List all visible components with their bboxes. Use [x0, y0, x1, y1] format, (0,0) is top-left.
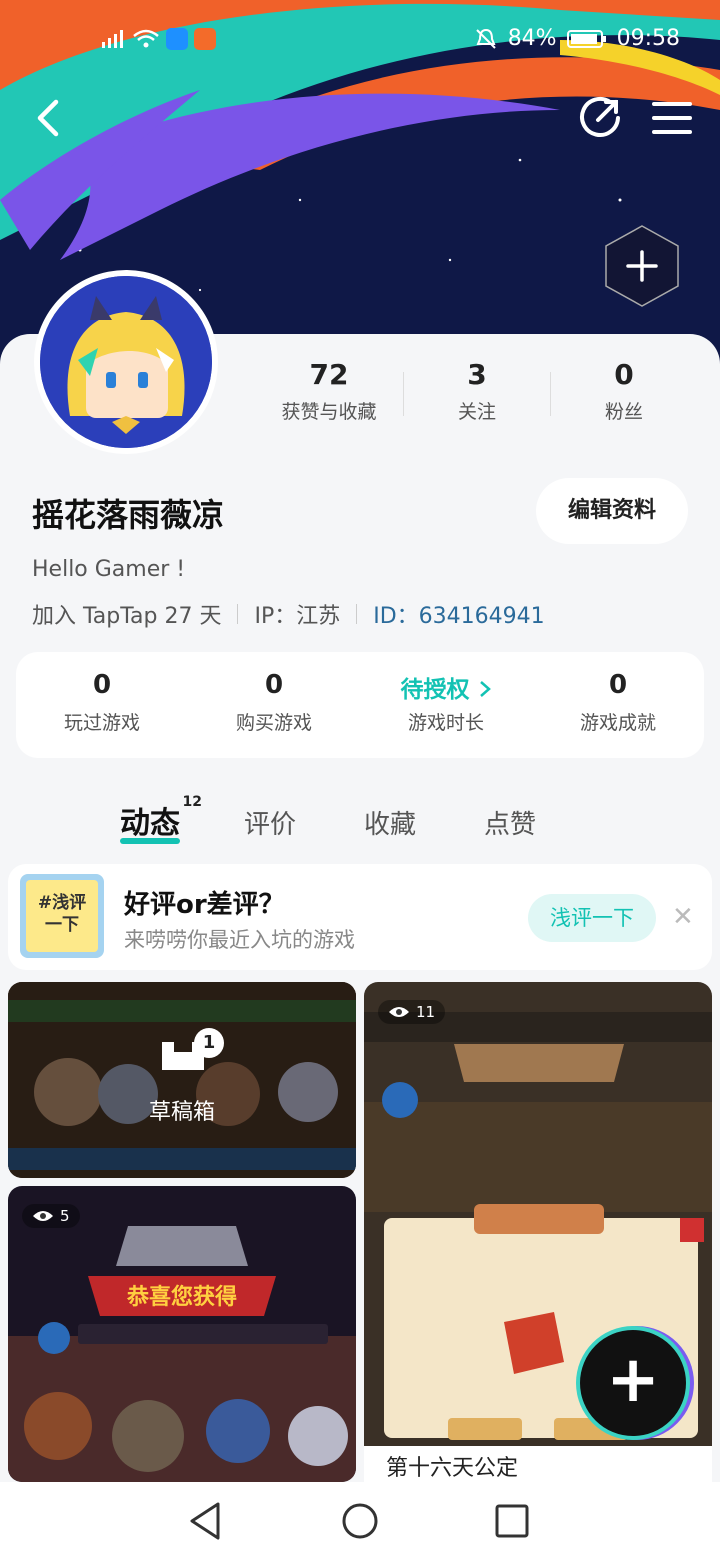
battery-icon — [566, 29, 606, 48]
meta-divider — [237, 604, 239, 624]
menu-icon — [652, 102, 692, 134]
post-thumbnail: 恭喜您获得 — [8, 1186, 356, 1482]
edit-profile-button[interactable]: 编辑资料 — [536, 478, 688, 544]
prompt-subtitle: 来唠唠你最近入坑的游戏 — [124, 928, 355, 952]
tab-label: 动态 — [120, 806, 180, 841]
active-tab-indicator — [120, 838, 180, 844]
plus-icon: + — [606, 1343, 660, 1417]
add-banner-button[interactable] — [604, 224, 680, 308]
battery-percent: 84% — [507, 26, 557, 51]
profile-meta: 加入 TapTap 27 天 IP：江苏 ID：634164941 — [32, 598, 545, 630]
nav-back-icon[interactable] — [184, 1498, 230, 1544]
system-nav-bar — [0, 1482, 720, 1560]
status-bar: 84% 09:58 — [0, 24, 720, 60]
stat-label: 玩过游戏 — [63, 712, 140, 734]
quick-review-button[interactable]: 浅评一下 — [528, 894, 656, 942]
stat-value: 0 — [264, 670, 284, 700]
eye-icon — [389, 1007, 409, 1017]
authorize-label: 待授权 — [400, 677, 470, 703]
nav-home-icon[interactable] — [337, 1498, 383, 1544]
chevron-right-icon — [479, 681, 491, 697]
meta-divider — [356, 604, 358, 624]
stat-value: 3 — [467, 358, 487, 391]
stat-value: 0 — [614, 358, 634, 391]
svg-text:恭喜您获得: 恭喜您获得 — [126, 1284, 237, 1310]
review-prompt-card[interactable]: #浅评 一下 好评or差评？ 来唠唠你最近入坑的游戏 浅评一下 ✕ — [8, 864, 712, 970]
stat-label: 关注 — [457, 401, 496, 423]
icon-text: #浅评 — [37, 893, 87, 913]
post-card[interactable]: 恭喜您获得 5 — [8, 1186, 356, 1482]
icon-text: 一下 — [45, 915, 79, 935]
game-stats-panel: 0 玩过游戏 0 购买游戏 待授权 游戏时长 0 游戏成就 — [16, 652, 704, 758]
view-count: 5 — [22, 1204, 80, 1228]
draft-box-card[interactable]: 1 草稿箱 — [8, 982, 356, 1178]
share-button[interactable] — [572, 90, 628, 146]
search-app-icon — [166, 28, 188, 50]
avatar-image — [40, 276, 212, 448]
chevron-left-icon — [37, 99, 59, 137]
stat-followers[interactable]: 0 粉丝 — [549, 358, 699, 424]
view-count: 11 — [378, 1000, 446, 1024]
stat-value: 72 — [309, 358, 349, 391]
plus-icon — [605, 225, 679, 307]
share-icon — [580, 96, 620, 137]
stat-label: 游戏成就 — [579, 712, 656, 734]
prompt-title: 好评or差评？ — [124, 890, 285, 920]
user-id[interactable]: ID：634164941 — [373, 598, 544, 630]
stat-likes[interactable]: 72 获赞与收藏 — [254, 358, 404, 424]
bio: Hello Gamer ! — [32, 557, 186, 582]
tab-count-badge: 12 — [182, 794, 202, 810]
draft-thumbnail — [8, 982, 356, 1178]
wifi-icon — [133, 29, 159, 48]
ip-location: IP：江苏 — [254, 604, 341, 629]
create-post-button[interactable]: + — [580, 1330, 686, 1436]
view-count-value: 5 — [60, 1207, 70, 1225]
video-app-icon — [194, 28, 216, 50]
draft-label: 草稿箱 — [148, 1100, 215, 1125]
eye-icon — [33, 1211, 53, 1221]
clock: 09:58 — [616, 26, 680, 51]
content-tabs: 动态 12 评价 收藏 点赞 — [0, 794, 720, 848]
back-button[interactable] — [20, 90, 76, 146]
tab-favorites[interactable]: 收藏 — [364, 804, 416, 841]
tab-likes[interactable]: 点赞 — [484, 804, 536, 841]
stat-label: 粉丝 — [604, 401, 643, 423]
games-played[interactable]: 0 玩过游戏 — [16, 670, 188, 735]
draft-count-badge: 1 — [194, 1028, 224, 1058]
avatar[interactable] — [34, 270, 218, 454]
username: 摇花落雨薇凉 — [32, 496, 225, 534]
stat-label: 游戏时长 — [407, 712, 484, 734]
review-prompt-icon: #浅评 一下 — [20, 874, 104, 958]
authorize-link[interactable]: 待授权 — [360, 670, 532, 704]
menu-button[interactable] — [644, 90, 700, 146]
signal-icon — [102, 30, 123, 48]
stat-value: 0 — [92, 670, 112, 700]
view-count-value: 11 — [416, 1003, 436, 1021]
stat-value: 0 — [608, 670, 628, 700]
stat-following[interactable]: 3 关注 — [402, 358, 552, 424]
stat-label: 购买游戏 — [235, 712, 312, 734]
tab-feed[interactable]: 动态 12 — [120, 794, 202, 844]
nav-recents-icon[interactable] — [489, 1498, 535, 1544]
close-icon[interactable]: ✕ — [672, 902, 694, 932]
tab-reviews[interactable]: 评价 — [244, 804, 296, 841]
post-title: 第十六天公定 — [364, 1446, 712, 1482]
play-time[interactable]: 待授权 游戏时长 — [360, 670, 532, 735]
join-days: 加入 TapTap 27 天 — [32, 604, 222, 629]
games-purchased[interactable]: 0 购买游戏 — [188, 670, 360, 735]
achievements[interactable]: 0 游戏成就 — [532, 670, 704, 735]
stat-label: 获赞与收藏 — [281, 401, 377, 423]
mute-bell-icon — [475, 28, 496, 49]
